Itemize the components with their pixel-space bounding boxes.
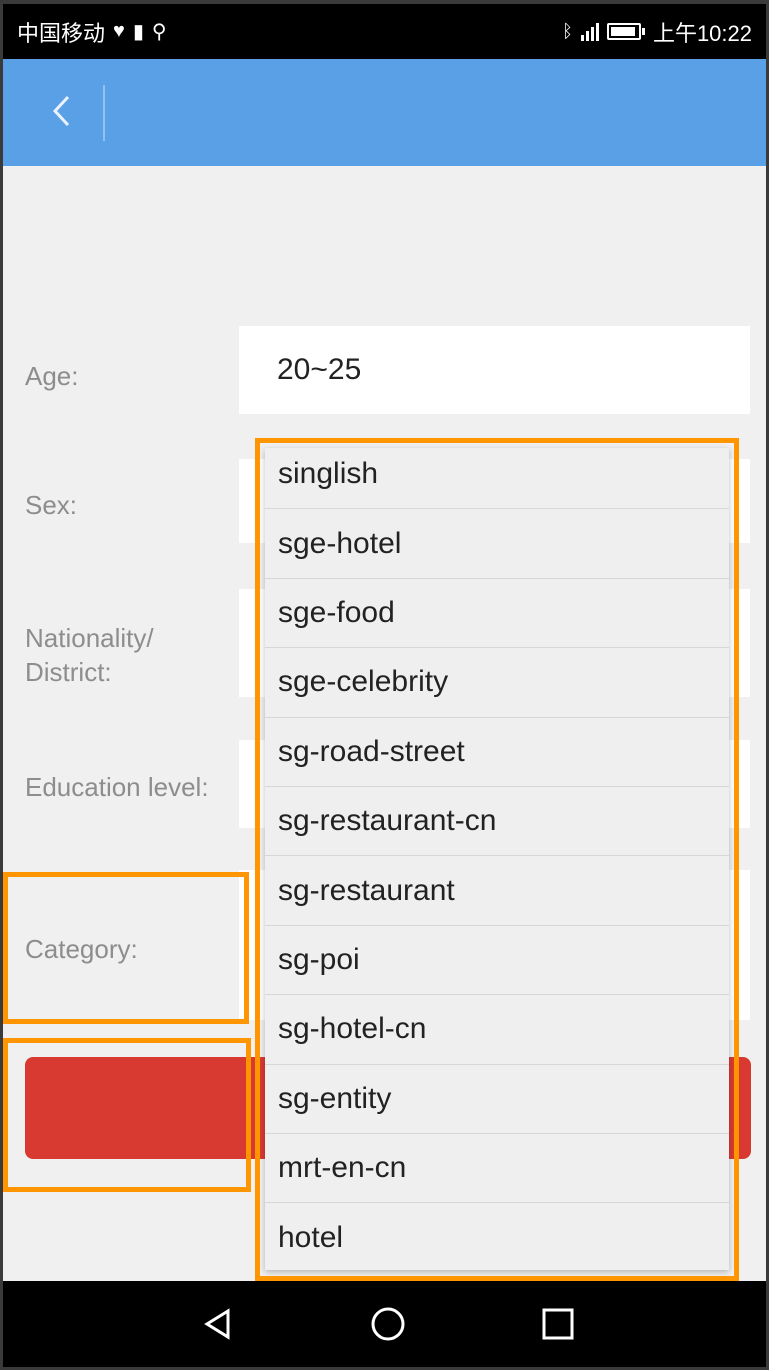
nav-bar	[3, 1281, 766, 1367]
nav-back-button[interactable]	[178, 1281, 258, 1367]
status-right: ᛒ 上午10:22	[562, 16, 752, 48]
header-divider	[103, 85, 105, 141]
sex-label: Sex:	[25, 490, 78, 520]
back-triangle-icon	[204, 1308, 230, 1340]
education-label: Education level:	[25, 772, 209, 802]
recents-square-icon	[542, 1308, 574, 1340]
phone-screen: 中国移动 ♥ ▮ ⚲ ᛒ 上午10:22 Age: 20~25 Sex: Nat…	[0, 0, 769, 1370]
category-dropdown[interactable]: singlish sge-hotel sge-food sge-celebrity sg…	[265, 448, 729, 1270]
dropdown-option[interactable]: mrt-en-cn	[265, 1134, 729, 1204]
back-button[interactable]	[31, 81, 91, 141]
chevron-left-icon	[52, 95, 70, 127]
nav-home-button[interactable]	[348, 1281, 428, 1367]
bluetooth-icon: ᛒ	[562, 21, 573, 41]
carrier-label: 中国移动	[17, 20, 106, 46]
app-header	[3, 59, 766, 166]
dropdown-option[interactable]: sge-hotel	[265, 509, 729, 579]
sim-icon: ▮	[132, 21, 144, 43]
nationality-label: Nationality/ District:	[25, 623, 154, 687]
dropdown-option[interactable]: hotel	[265, 1203, 729, 1270]
key-icon: ⚲	[151, 21, 167, 43]
dropdown-option[interactable]: sg-poi	[265, 926, 729, 996]
dropdown-option[interactable]: sg-road-street	[265, 718, 729, 787]
status-time: 上午10:22	[652, 20, 752, 46]
dropdown-option[interactable]: sg-entity	[265, 1065, 729, 1134]
heart-icon: ♥	[113, 20, 125, 42]
dropdown-option[interactable]: singlish	[265, 448, 729, 510]
age-label: Age:	[25, 361, 79, 391]
status-bar: 中国移动 ♥ ▮ ⚲ ᛒ 上午10:22	[3, 4, 766, 59]
dropdown-option[interactable]: sg-restaurant	[265, 856, 729, 926]
home-circle-icon	[371, 1307, 405, 1341]
battery-icon	[606, 23, 645, 40]
dropdown-option[interactable]: sge-food	[265, 579, 729, 649]
category-label: Category:	[25, 934, 138, 964]
age-field[interactable]: 20~25	[239, 326, 750, 414]
dropdown-option[interactable]: sge-celebrity	[265, 648, 729, 718]
age-value: 20~25	[277, 353, 362, 386]
nav-recents-button[interactable]	[518, 1281, 598, 1367]
dropdown-option[interactable]: sg-restaurant-cn	[265, 787, 729, 857]
signal-icon	[580, 22, 599, 41]
status-left: 中国移动 ♥ ▮ ⚲	[17, 16, 167, 48]
dropdown-option[interactable]: sg-hotel-cn	[265, 995, 729, 1065]
